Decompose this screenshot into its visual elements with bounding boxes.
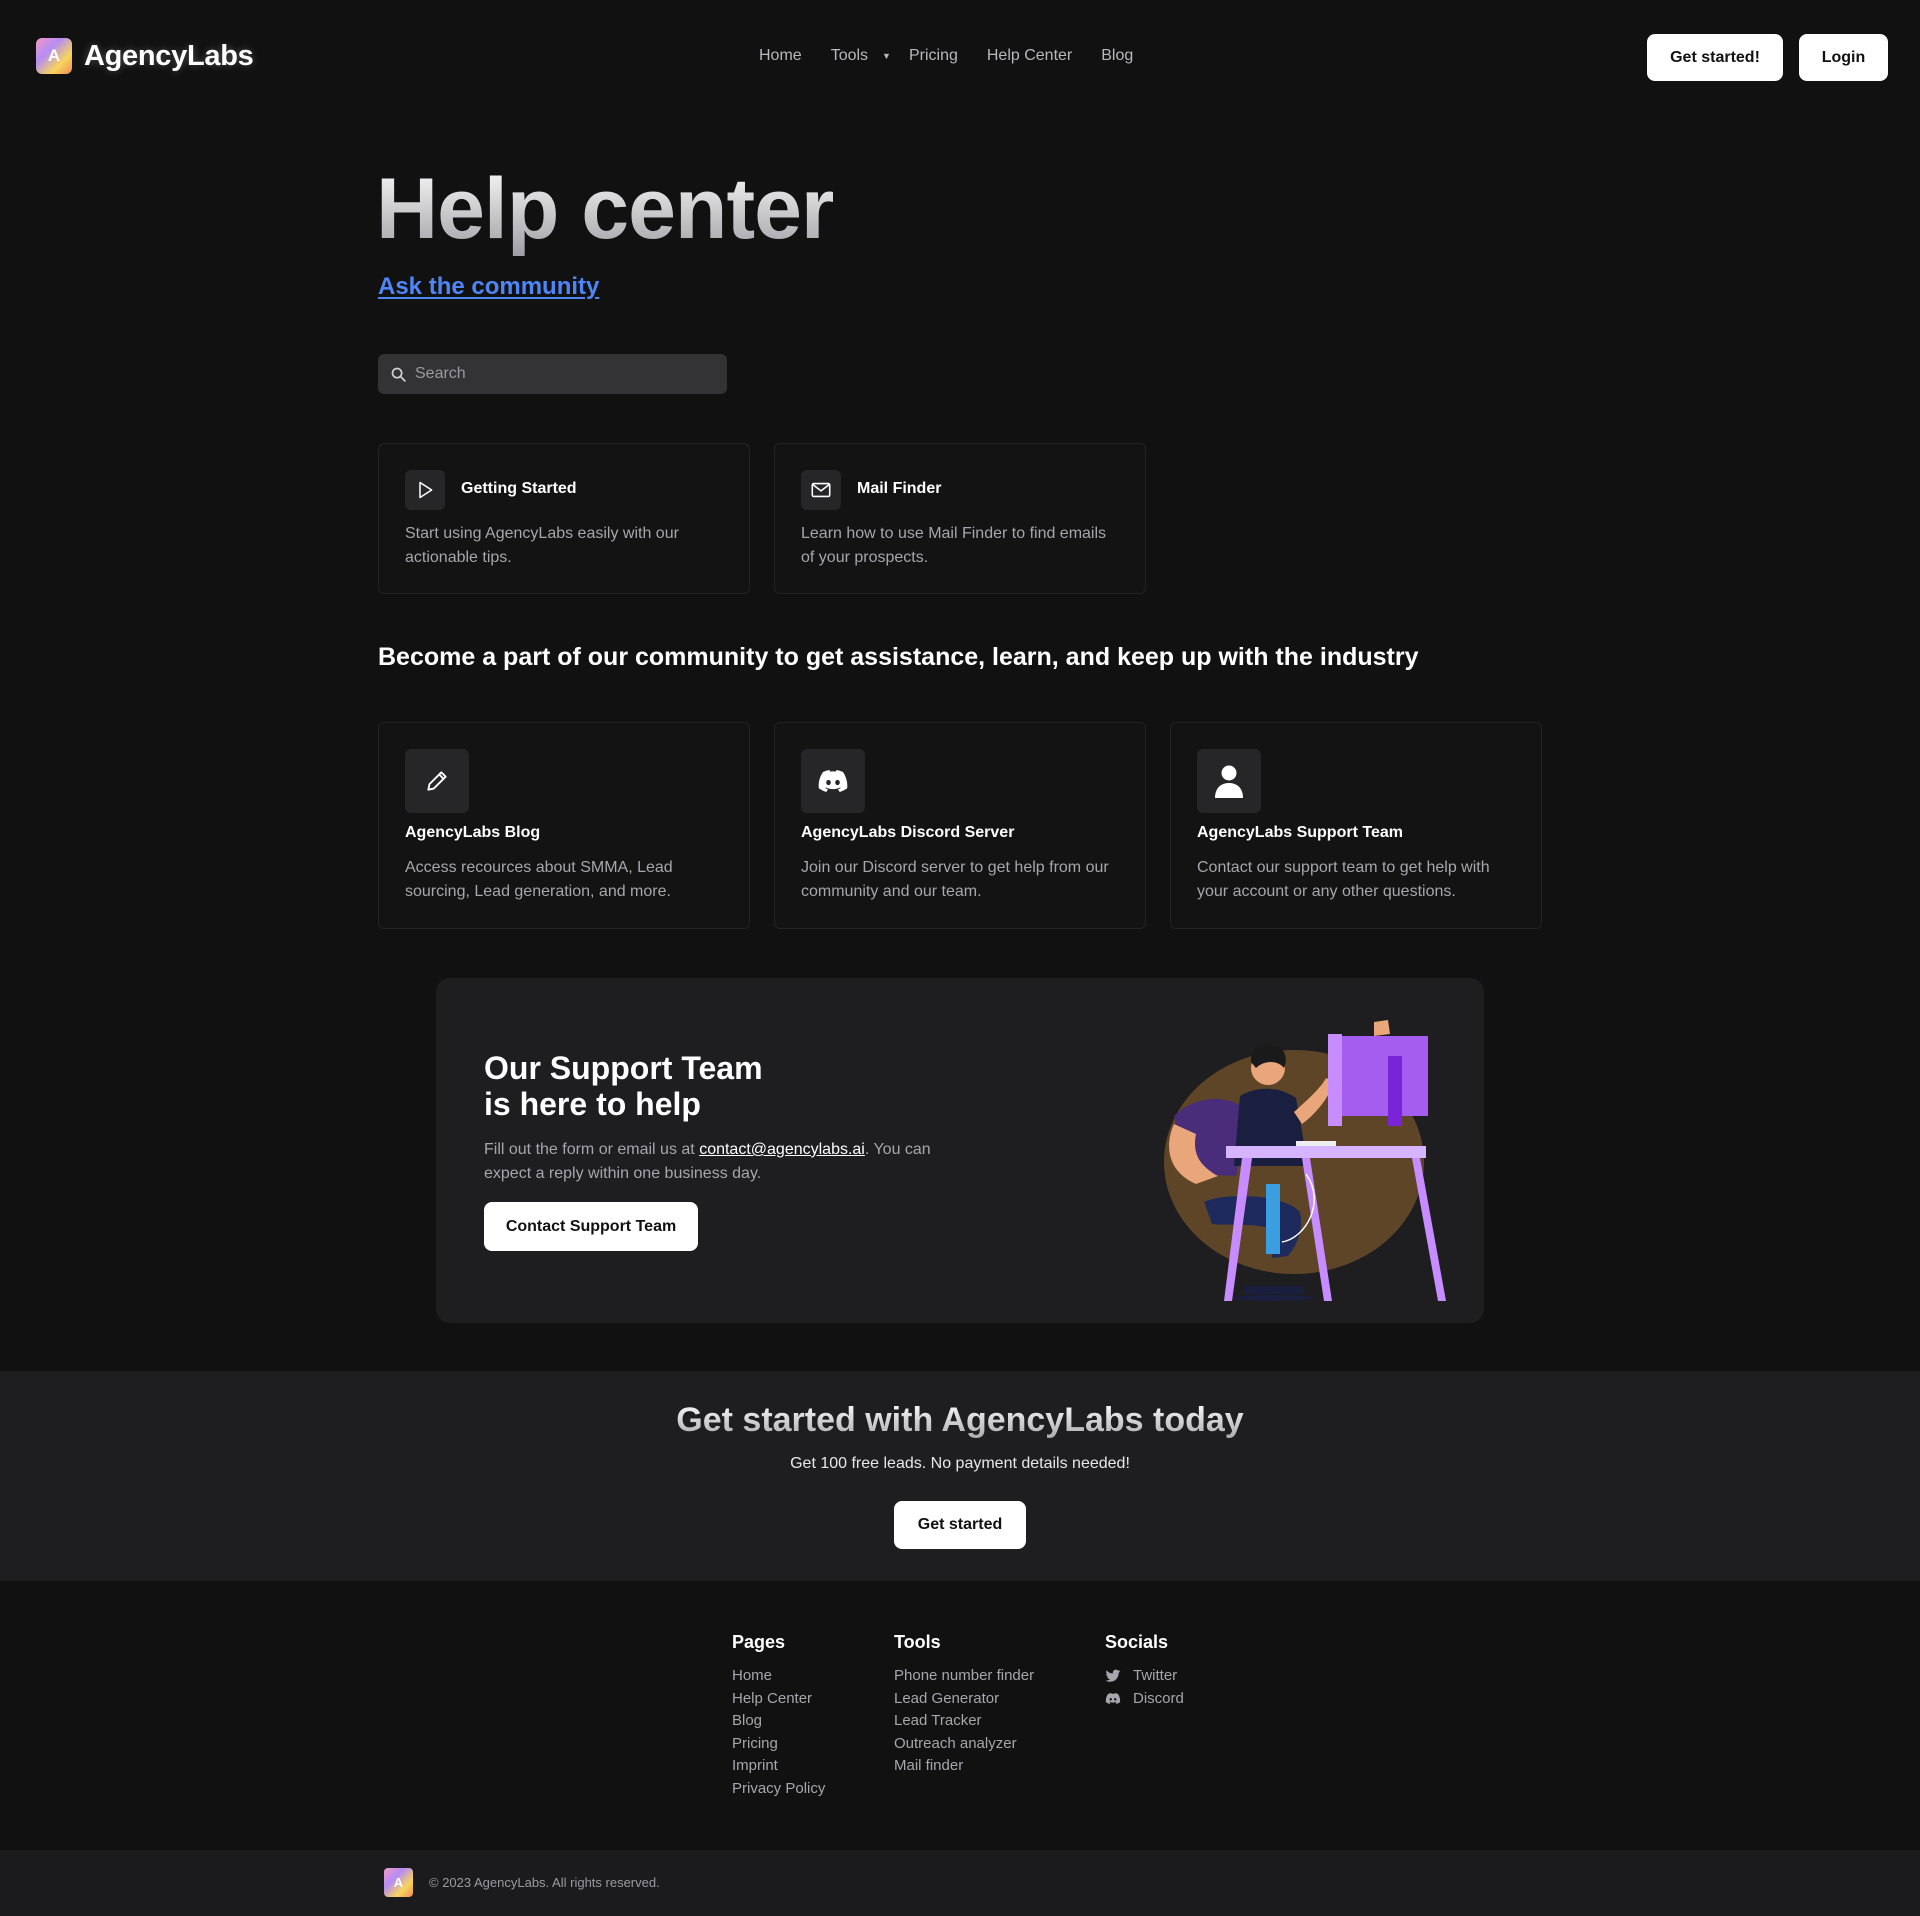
support-title: Our Support Team is here to help [484,1050,763,1122]
brand-name: AgencyLabs [84,39,254,72]
card-title: Getting Started [461,480,577,497]
card-title: AgencyLabs Support Team [1197,824,1403,841]
card-mail-finder[interactable]: Mail Finder Learn how to use Mail Finder… [774,443,1146,594]
footer-link-lead-generator[interactable]: Lead Generator [894,1688,1034,1711]
page-title: Help center [376,161,834,257]
support-text: Fill out the form or email us at contact… [484,1138,974,1186]
footer-pages: Pages Home Help Center Blog Pricing Impr… [732,1632,825,1800]
pencil-icon [405,749,469,813]
footer-link-imprint[interactable]: Imprint [732,1755,825,1778]
discord-icon [1105,1693,1121,1705]
footer-link-home[interactable]: Home [732,1665,825,1688]
card-description: Learn how to use Mail Finder to find ema… [801,525,1107,566]
caret-down-icon: ▼ [882,51,891,61]
support-panel: Our Support Team is here to help Fill ou… [436,978,1484,1323]
search-icon [391,367,406,382]
ask-community-link[interactable]: Ask the community [378,273,599,301]
cta-band: Get started with AgencyLabs today Get 10… [0,1371,1920,1581]
card-blog[interactable]: AgencyLabs Blog Access recources about S… [378,722,750,929]
footer-tools: Tools Phone number finder Lead Generator… [894,1632,1034,1778]
cta-subtitle: Get 100 free leads. No payment details n… [790,1455,1130,1472]
footer-link-discord[interactable]: Discord [1105,1688,1184,1711]
footer-link-twitter[interactable]: Twitter [1105,1665,1184,1688]
footer-heading: Tools [894,1632,941,1652]
card-description: Join our Discord server to get help from… [801,859,1109,900]
search-box[interactable] [378,354,727,394]
card-discord[interactable]: AgencyLabs Discord Server Join our Disco… [774,722,1146,929]
nav-home[interactable]: Home [759,47,802,65]
support-illustration [1164,1020,1446,1301]
support-title-line2: is here to help [484,1086,701,1122]
footer-socials: Socials Twitter Discord [1105,1632,1184,1710]
support-email-link[interactable]: contact@agencylabs.ai [699,1141,865,1158]
nav-links: Home Tools ▼ Pricing Help Center Blog [759,47,1162,65]
card-getting-started[interactable]: Getting Started Start using AgencyLabs e… [378,443,750,594]
user-icon [1197,749,1261,813]
twitter-icon [1105,1669,1121,1683]
card-description: Start using AgencyLabs easily with our a… [405,525,679,566]
card-title: AgencyLabs Discord Server [801,824,1015,841]
top-nav: A AgencyLabs Home Tools ▼ Pricing Help C… [0,0,1920,114]
card-title: AgencyLabs Blog [405,824,541,841]
cta-get-started-button[interactable]: Get started [894,1501,1026,1549]
support-title-line1: Our Support Team [484,1050,763,1086]
footer-bottom-bar: A © 2023 AgencyLabs. All rights reserved… [0,1850,1920,1916]
nav-blog[interactable]: Blog [1101,47,1133,65]
play-icon [405,470,445,510]
footer-link-lead-tracker[interactable]: Lead Tracker [894,1710,1034,1733]
mail-icon [801,470,841,510]
support-text-before: Fill out the form or email us at [484,1141,700,1158]
get-started-button[interactable]: Get started! [1647,34,1783,81]
copyright: © 2023 AgencyLabs. All rights reserved. [429,1875,660,1890]
search-input[interactable] [415,365,715,383]
nav-tools-label: Tools [830,47,869,64]
footer-heading: Socials [1105,1632,1169,1652]
footer-link-privacy-policy[interactable]: Privacy Policy [732,1778,825,1801]
brand-home-link[interactable]: A AgencyLabs [36,38,254,74]
community-heading: Become a part of our community to get as… [378,643,1419,671]
footer-logo: A [384,1868,413,1897]
brand-logo: A [36,38,72,74]
card-title: Mail Finder [857,480,942,497]
nav-tools-dropdown[interactable]: Tools ▼ [831,47,891,65]
footer-link-phone-finder[interactable]: Phone number finder [894,1665,1034,1688]
footer-link-pricing[interactable]: Pricing [732,1733,825,1756]
footer-heading: Pages [732,1632,786,1652]
cta-title: Get started with AgencyLabs today [0,1401,1920,1440]
nav-pricing[interactable]: Pricing [909,47,958,65]
card-description: Contact our support team to get help wit… [1197,859,1490,900]
footer-link-help-center[interactable]: Help Center [732,1688,825,1711]
footer-link-blog[interactable]: Blog [732,1710,825,1733]
card-support-team[interactable]: AgencyLabs Support Team Contact our supp… [1170,722,1542,929]
footer-link-label: Discord [1133,1689,1184,1707]
footer-link-outreach-analyzer[interactable]: Outreach analyzer [894,1733,1034,1756]
footer-link-label: Twitter [1133,1667,1178,1684]
nav-help-center[interactable]: Help Center [987,47,1072,65]
login-button[interactable]: Login [1799,34,1888,81]
footer-link-mail-finder[interactable]: Mail finder [894,1755,1034,1778]
discord-icon [801,749,865,813]
contact-support-button[interactable]: Contact Support Team [484,1202,698,1251]
card-description: Access recources about SMMA, Lead sourci… [405,859,673,900]
